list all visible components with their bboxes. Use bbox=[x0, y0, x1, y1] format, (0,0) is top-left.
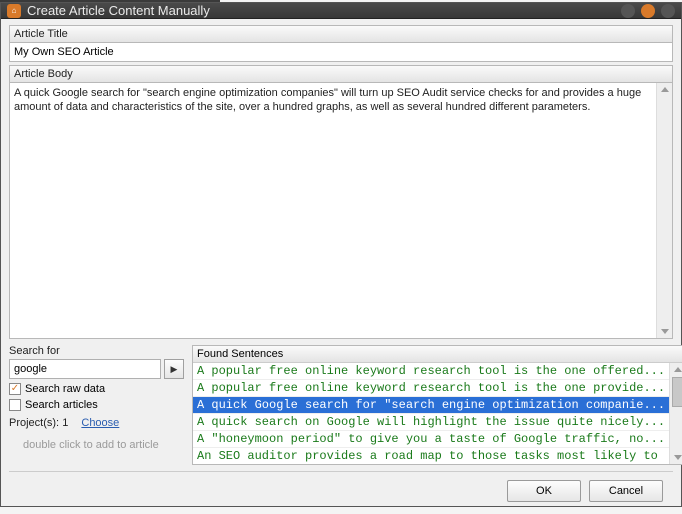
search-articles-label: Search articles bbox=[25, 399, 98, 411]
list-item[interactable]: A popular free online keyword research t… bbox=[193, 363, 669, 380]
found-header: Found Sentences bbox=[193, 346, 682, 363]
ok-button[interactable]: OK bbox=[507, 480, 581, 502]
window-title: Create Article Content Manually bbox=[27, 3, 615, 18]
cancel-button[interactable]: Cancel bbox=[589, 480, 663, 502]
minimize-icon[interactable] bbox=[621, 4, 635, 18]
found-list[interactable]: A popular free online keyword research t… bbox=[193, 363, 669, 464]
article-body-label: Article Body bbox=[9, 65, 673, 83]
hint-text: double click to add to article bbox=[9, 439, 184, 451]
search-articles-checkbox[interactable] bbox=[9, 399, 21, 411]
article-body-textarea[interactable] bbox=[10, 83, 656, 338]
search-raw-label: Search raw data bbox=[25, 383, 105, 395]
choose-link[interactable]: Choose bbox=[81, 417, 119, 429]
projects-count: 1 bbox=[62, 417, 68, 429]
search-raw-checkbox[interactable]: ✓ bbox=[9, 383, 21, 395]
lower-panel: Search for ▶ ✓ Search raw data Search ar… bbox=[9, 345, 673, 465]
list-item[interactable]: A "honeymoon period" to give you a taste… bbox=[193, 431, 669, 448]
list-item[interactable]: A quick search on Google will highlight … bbox=[193, 414, 669, 431]
maximize-icon[interactable] bbox=[641, 4, 655, 18]
dialog-buttons: OK Cancel bbox=[9, 472, 673, 506]
article-title-label: Article Title bbox=[9, 25, 673, 43]
found-panel: Found Sentences A popular free online ke… bbox=[192, 345, 682, 465]
search-input[interactable] bbox=[9, 359, 161, 379]
content-area: Article Title Article Body Search for ▶ … bbox=[1, 19, 681, 514]
body-scrollbar[interactable] bbox=[656, 83, 672, 338]
article-body-wrap bbox=[9, 83, 673, 339]
article-title-input[interactable] bbox=[9, 43, 673, 62]
app-icon: ⌂ bbox=[7, 4, 21, 18]
list-item[interactable]: An SEO auditor provides a road map to th… bbox=[193, 448, 669, 464]
list-item[interactable]: A popular free online keyword research t… bbox=[193, 380, 669, 397]
close-icon[interactable] bbox=[661, 4, 675, 18]
titlebar: ⌂ Create Article Content Manually bbox=[1, 3, 681, 19]
dialog-window: ⌂ Create Article Content Manually Articl… bbox=[0, 2, 682, 507]
search-panel: Search for ▶ ✓ Search raw data Search ar… bbox=[9, 345, 184, 465]
list-item[interactable]: A quick Google search for "search engine… bbox=[193, 397, 669, 414]
search-for-label: Search for bbox=[9, 345, 184, 357]
found-scrollbar[interactable] bbox=[669, 363, 682, 464]
projects-label: Project(s): bbox=[9, 417, 59, 429]
search-go-button[interactable]: ▶ bbox=[164, 359, 184, 379]
projects-row: Project(s): 1 Choose bbox=[9, 417, 184, 429]
scrollbar-thumb[interactable] bbox=[672, 377, 682, 407]
